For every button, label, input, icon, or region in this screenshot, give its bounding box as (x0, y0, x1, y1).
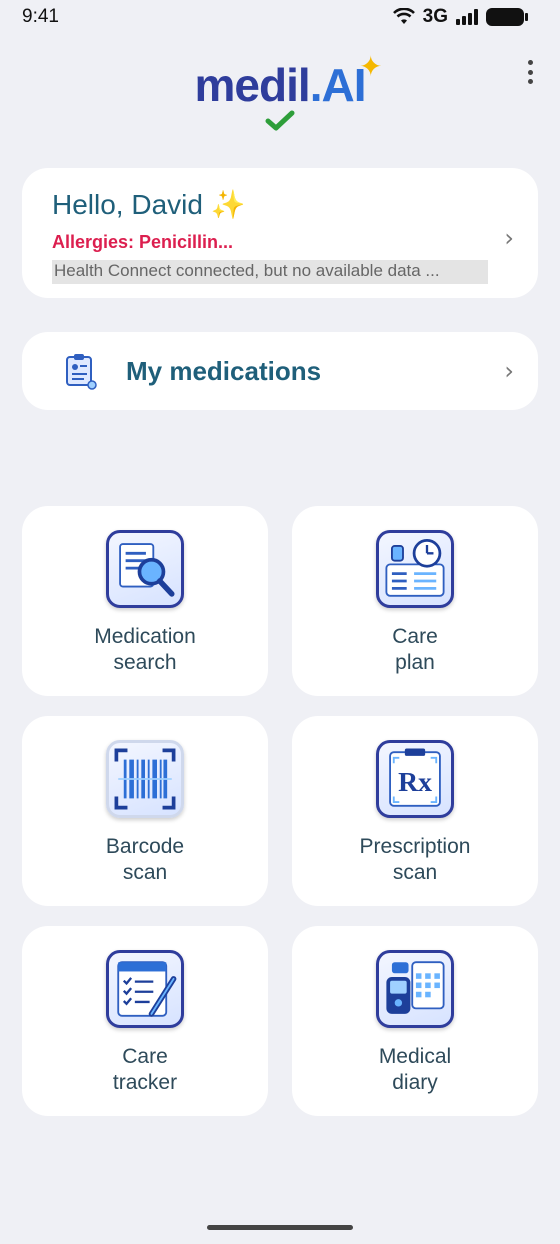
signal-icon (456, 9, 478, 25)
app-logo: medil.AI ✦ (0, 51, 560, 132)
my-medications-button[interactable]: My medications › (22, 332, 538, 410)
clipboard-icon (66, 354, 97, 390)
my-medications-label: My medications (126, 356, 322, 386)
tile-label-line1: Care (392, 625, 438, 648)
wifi-icon (392, 8, 415, 24)
magnifier-icon (106, 530, 184, 608)
tile-label: Care tracker (22, 1044, 268, 1096)
tile-care-tracker[interactable]: Care tracker (22, 926, 268, 1116)
logo-part-medil: medil (194, 59, 311, 111)
tile-label: Medical diary (292, 1044, 538, 1096)
chevron-right-icon: › (504, 224, 514, 252)
tile-medication-search[interactable]: Medication search (22, 506, 268, 696)
glucose-meter-icon (376, 950, 454, 1028)
sparkle-icon: ✦ (359, 51, 382, 82)
status-bar: 9:41 3G (0, 0, 560, 34)
barcode-icon (106, 740, 184, 818)
tile-label-line1: Medication (94, 625, 196, 648)
greeting-title: Hello, David ✨ (52, 189, 246, 220)
status-time: 9:41 (22, 6, 59, 27)
logo-wordmark: medil.AI ✦ (194, 51, 383, 112)
profile-card[interactable]: Hello, David ✨ Allergies: Penicillin... … (22, 168, 538, 298)
tile-label-line1: Barcode (105, 835, 185, 858)
home-indicator[interactable] (207, 1225, 353, 1230)
tile-label: Barcode scan (22, 834, 268, 886)
logo-part-ai: .AI (309, 59, 367, 111)
tile-label-line1: Prescription (359, 835, 471, 858)
rx-icon: Rx (376, 740, 454, 818)
tile-label-line2: search (113, 651, 177, 674)
checkmark-icon (265, 110, 295, 131)
clock-checklist-icon (376, 530, 454, 608)
allergies-text: Allergies: Penicillin... (52, 232, 234, 252)
tile-barcode-scan[interactable]: Barcode scan (22, 716, 268, 906)
tile-label-line1: Medical (378, 1045, 452, 1068)
svg-text:Rx: Rx (398, 766, 432, 797)
checklist-pen-icon (106, 950, 184, 1028)
tile-prescription-scan[interactable]: Rx Prescription scan (292, 716, 538, 906)
tile-label-line1: Care (122, 1045, 168, 1068)
tile-label-line2: tracker (112, 1071, 178, 1094)
tile-medical-diary[interactable]: Medical diary (292, 926, 538, 1116)
tile-label-line2: scan (392, 861, 438, 884)
tile-label-line2: plan (395, 651, 435, 674)
network-type: 3G (422, 6, 448, 27)
health-connect-status: Health Connect connected, but no availab… (52, 260, 488, 284)
tile-label: Medication search (22, 624, 268, 676)
tile-care-plan[interactable]: Care plan (292, 506, 538, 696)
tile-label-line2: scan (122, 861, 168, 884)
tile-label: Prescription scan (292, 834, 538, 886)
tile-label: Care plan (292, 624, 538, 676)
battery-icon (486, 8, 528, 26)
tile-label-line2: diary (392, 1071, 438, 1094)
chevron-right-icon: › (504, 357, 514, 385)
status-icons: 3G (392, 6, 528, 28)
